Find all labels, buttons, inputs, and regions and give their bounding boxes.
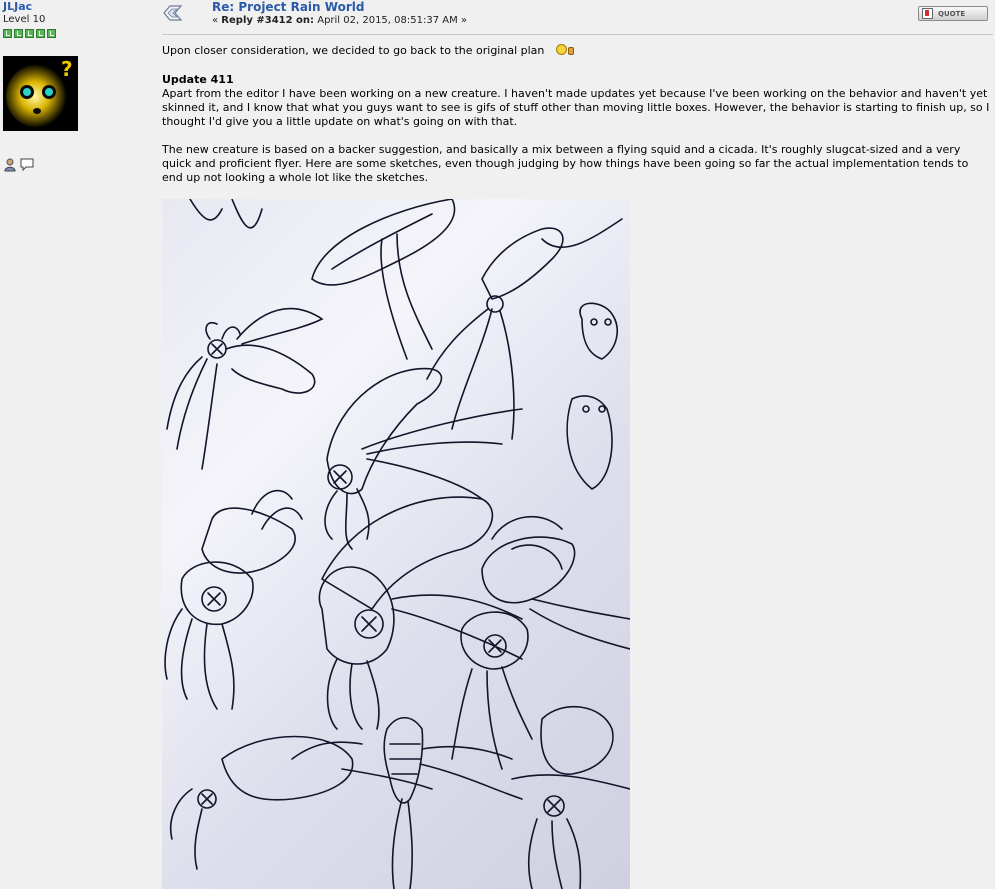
post-date: April 02, 2015, 08:51:37 AM » xyxy=(314,15,468,26)
post-icon xyxy=(162,4,184,25)
post-meta: « Reply #3412 on: April 02, 2015, 08:51:… xyxy=(212,15,467,26)
quote-label: QUOTE xyxy=(938,9,966,18)
meta-prefix: « xyxy=(212,15,222,26)
post-line-1-text: Upon closer consideration, we decided to… xyxy=(162,44,545,57)
profile-icon[interactable] xyxy=(4,158,18,172)
profile-icons xyxy=(4,158,35,172)
avatar[interactable]: ? xyxy=(3,56,78,131)
star-icon xyxy=(47,29,56,38)
paragraph-1: Apart from the editor I have been workin… xyxy=(162,87,990,128)
avatar-image: ? xyxy=(3,56,78,131)
star-icon xyxy=(3,29,12,38)
quote-icon xyxy=(922,8,933,19)
header-divider xyxy=(162,34,993,35)
paragraph-2: The new creature is based on a backer su… xyxy=(162,143,969,184)
star-icon xyxy=(14,29,23,38)
message-icon[interactable] xyxy=(20,158,35,172)
star-icon xyxy=(25,29,34,38)
thumbs-up-icon xyxy=(567,47,574,55)
update-heading: Update 411 xyxy=(162,73,234,86)
poster-name[interactable]: JLJac xyxy=(3,0,32,13)
smiley-icon xyxy=(555,44,567,55)
star-icon xyxy=(36,29,45,38)
post-title[interactable]: Re: Project Rain World xyxy=(212,0,364,14)
post-line-1: Upon closer consideration, we decided to… xyxy=(162,44,992,58)
quote-button[interactable]: QUOTE xyxy=(918,6,988,21)
svg-text:?: ? xyxy=(61,57,73,81)
creature-sketch-image xyxy=(162,199,630,889)
reply-number: Reply #3412 on: xyxy=(221,15,315,26)
rank-stars xyxy=(3,29,56,40)
poster-level: Level 10 xyxy=(3,14,46,25)
